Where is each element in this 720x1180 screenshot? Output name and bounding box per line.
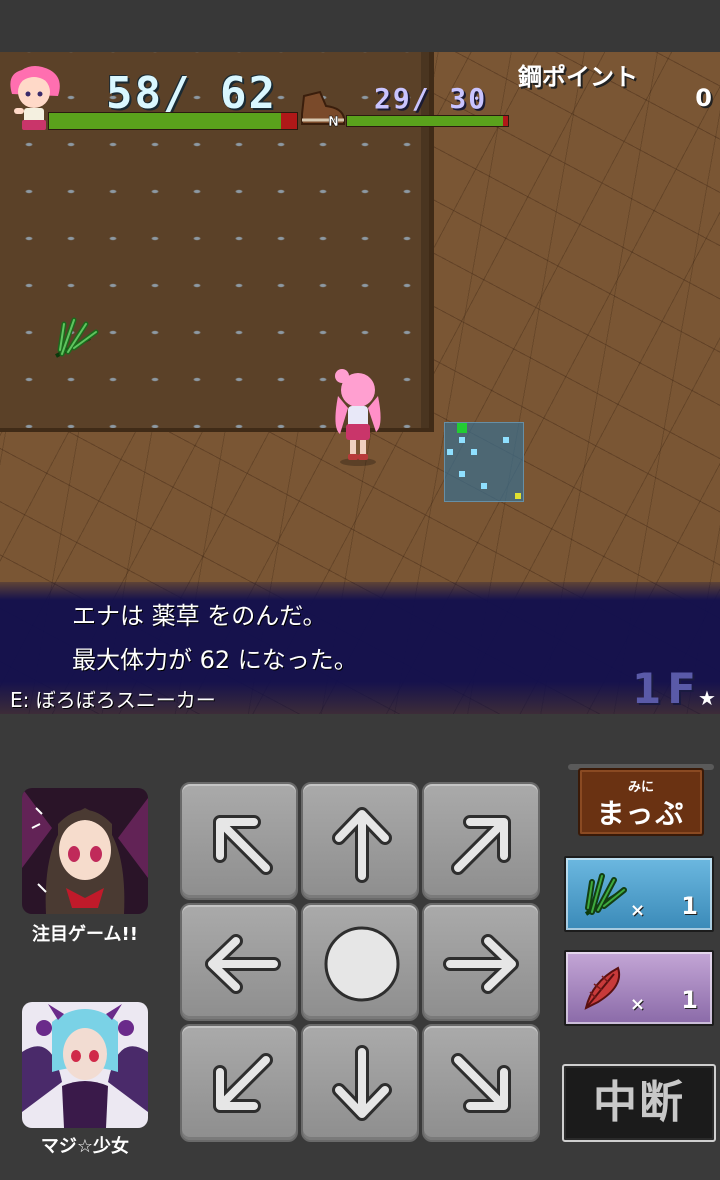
arrow-right-icon — [443, 934, 519, 994]
move-left-button[interactable] — [180, 903, 298, 1021]
boot-icon: N — [301, 90, 345, 128]
minimap-marker — [459, 437, 465, 443]
arrow-down-left-icon — [213, 1053, 273, 1113]
herb-multiply-sign: × — [630, 900, 646, 921]
circle-wait-icon — [324, 926, 400, 1002]
feather-icon — [584, 966, 620, 1010]
move-down-button[interactable] — [301, 1024, 419, 1142]
minimap-marker — [459, 471, 465, 477]
arrow-up-icon — [332, 807, 392, 883]
arrow-up-left-icon — [213, 815, 273, 875]
hp-bar-fill — [49, 113, 281, 129]
herb-item-icon — [55, 317, 99, 358]
suspend-button[interactable]: 中断 — [562, 1064, 716, 1142]
featured-game-banner[interactable]: 注目ゲーム!! — [22, 788, 148, 945]
move-down-left-button[interactable] — [180, 1024, 298, 1142]
boot-letter: N — [328, 115, 339, 128]
magi-shoujo-banner[interactable]: マジ☆少女 — [22, 1002, 148, 1157]
herb-icon — [584, 873, 627, 916]
move-up-right-button[interactable] — [422, 782, 540, 900]
floor-indicator: 1F — [632, 664, 702, 713]
dungeon-map: 58/ 62 N 29/ 30 鋼ポイント 0 エナは 薬草 をのんだ。 最大体… — [0, 52, 720, 714]
move-up-button[interactable] — [301, 782, 419, 900]
status-bar — [0, 0, 720, 52]
minimap-stairs-marker — [515, 493, 521, 499]
equipment-text: E: ぼろぼろスニーカー — [10, 688, 216, 712]
minimap-marker — [503, 437, 509, 443]
move-up-left-button[interactable] — [180, 782, 298, 900]
minimap-marker — [471, 449, 477, 455]
minimap-button-label: まっぷ — [596, 797, 686, 830]
minimap-player-marker — [457, 423, 467, 433]
featured-game-thumbnail[interactable] — [22, 788, 148, 914]
message-window: エナは 薬草 をのんだ。 最大体力が 62 になった。 E: ぼろぼろスニーカー… — [0, 582, 720, 714]
message-line: 最大体力が 62 になった。 — [72, 646, 358, 674]
stamina-bar — [346, 115, 509, 127]
control-panel: 注目ゲーム!! マジ☆少女 みに まっぷ × 1 × 1 中断 — [0, 714, 720, 1180]
player-character — [335, 369, 381, 466]
arrow-up-right-icon — [451, 815, 511, 875]
herb-item-slot[interactable]: × 1 — [564, 856, 714, 932]
arrow-down-icon — [332, 1045, 392, 1121]
feather-count: 1 — [681, 986, 698, 1014]
move-right-button[interactable] — [422, 903, 540, 1021]
points-value: 0 — [695, 84, 712, 112]
herb-count: 1 — [681, 892, 698, 920]
star-icon: ★ — [698, 686, 716, 710]
stamina-text: 29/ 30 — [374, 82, 488, 115]
featured-game-label[interactable]: 注目ゲーム!! — [8, 920, 162, 946]
feather-item-slot[interactable]: × 1 — [564, 950, 714, 1026]
hp-text: 58/ 62 — [106, 68, 277, 119]
minimap-marker — [481, 483, 487, 489]
arrow-left-icon — [205, 934, 281, 994]
arrow-down-right-icon — [451, 1053, 511, 1113]
points-label: 鋼ポイント — [518, 63, 638, 91]
magi-shoujo-label[interactable]: マジ☆少女 — [8, 1132, 162, 1158]
mini-map — [444, 422, 524, 502]
message-line: エナは 薬草 をのんだ。 — [72, 602, 327, 630]
stamina-bar-fill — [347, 116, 503, 126]
feather-multiply-sign: × — [630, 994, 646, 1015]
magi-shoujo-thumbnail[interactable] — [22, 1002, 148, 1128]
move-down-right-button[interactable] — [422, 1024, 540, 1142]
minimap-marker — [447, 449, 453, 455]
minimap-button[interactable]: みに まっぷ — [578, 768, 704, 836]
wait-button[interactable] — [301, 903, 419, 1021]
hp-bar — [48, 112, 298, 130]
